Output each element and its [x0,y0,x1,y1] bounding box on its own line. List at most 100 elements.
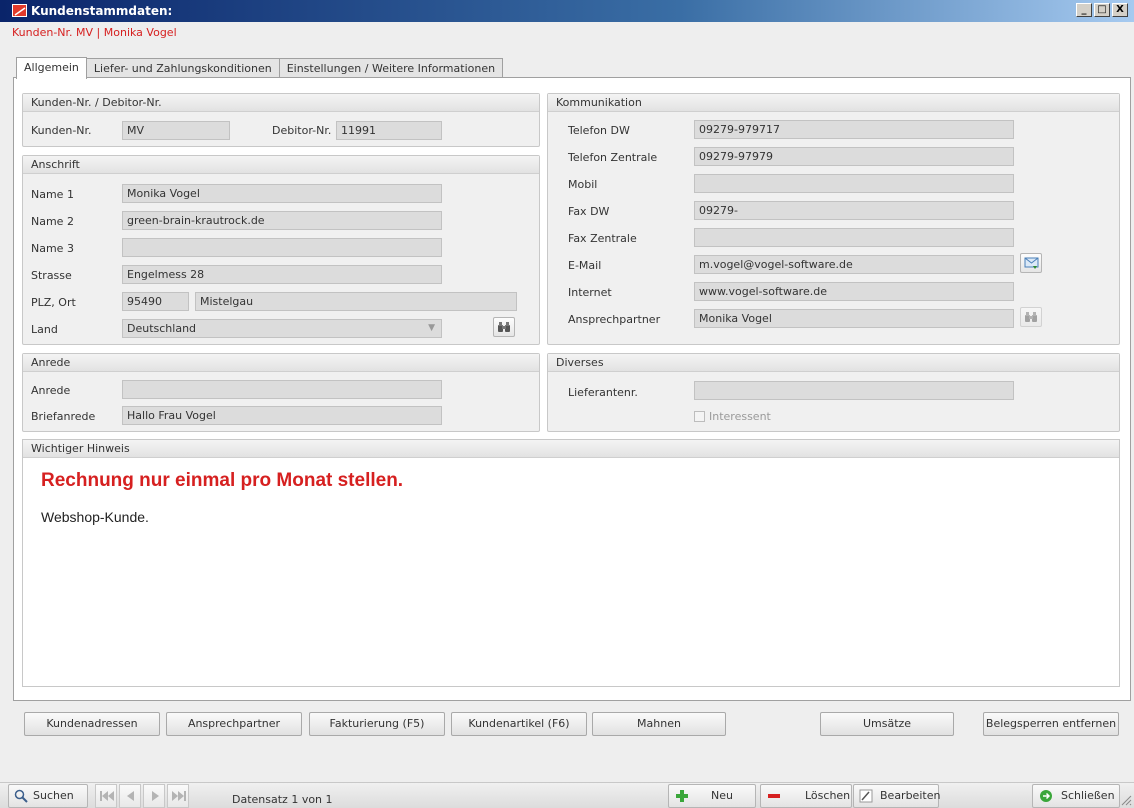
mobil-field[interactable] [694,174,1014,193]
name3-field[interactable] [122,238,442,257]
previous-record-icon [127,791,134,801]
minimize-button[interactable]: _ [1076,3,1092,17]
record-subtitle: Kunden-Nr. MV | Monika Vogel [12,26,177,39]
belegsperren-button[interactable]: Belegsperren entfernen [983,712,1119,736]
email-field[interactable]: m.vogel@vogel-software.de [694,255,1014,274]
telefon-zentrale-label: Telefon Zentrale [568,151,658,164]
minus-icon [768,794,780,798]
internet-label: Internet [568,286,612,299]
group-diverses: Diverses Lieferantenr. Interessent [547,353,1120,432]
hinweis-line-1: Rechnung nur einmal pro Monat stellen. [41,470,404,491]
lieferantennr-label: Lieferantenr. [568,386,638,399]
tab-einstellungen[interactable]: Einstellungen / Weitere Informationen [278,58,504,78]
telefon-dw-field[interactable]: 09279-979717 [694,120,1014,139]
plzort-label: PLZ, Ort [31,296,76,309]
telefon-dw-label: Telefon DW [568,124,630,137]
name1-label: Name 1 [31,188,74,201]
fax-dw-field[interactable]: 09279- [694,201,1014,220]
hinweis-panel[interactable]: Wichtiger Hinweis Rechnung nur einmal pr… [22,439,1120,687]
group-diverses-title: Diverses [548,354,1119,372]
briefanrede-field[interactable]: Hallo Frau Vogel [122,406,442,425]
strasse-field[interactable]: Engelmess 28 [122,265,442,284]
name2-field[interactable]: green-brain-krautrock.de [122,211,442,230]
name3-label: Name 3 [31,242,74,255]
group-kundennr: Kunden-Nr. / Debitor-Nr. Kunden-Nr. MV D… [22,93,540,147]
debitornr-label: Debitor-Nr. [272,124,332,137]
schliessen-button[interactable]: Schließen [1032,784,1120,808]
ansprechpartner-label: Ansprechpartner [568,313,661,326]
kundenadressen-button[interactable]: Kundenadressen [24,712,160,736]
last-record-button[interactable] [167,784,189,808]
briefanrede-label: Briefanrede [31,410,96,423]
next-record-icon [152,791,159,801]
close-button[interactable]: X [1112,3,1128,17]
window-title: Kundenstammdaten: [31,4,173,18]
group-kommunikation: Kommunikation Telefon DW 09279-979717 Te… [547,93,1120,345]
maximize-button[interactable]: □ [1094,3,1110,17]
interessent-label: Interessent [709,410,771,423]
last-record-icon [172,791,186,801]
group-anschrift-title: Anschrift [23,156,539,174]
status-bar: Suchen Datensatz 1 von 1 Neu Löschen Bea… [0,782,1134,808]
internet-field[interactable]: www.vogel-software.de [694,282,1014,301]
anrede-field[interactable] [122,380,442,399]
plus-icon [676,790,688,802]
neu-button[interactable]: Neu [668,784,756,808]
email-send-icon [1024,257,1039,269]
tab-bar: Allgemein Liefer- und Zahlungskonditione… [16,57,504,79]
lieferantennr-field[interactable] [694,381,1014,400]
bearbeiten-button[interactable]: Bearbeiten [853,784,941,808]
ort-field[interactable]: Mistelgau [195,292,517,311]
land-dropdown[interactable]: Deutschland ▼ [122,319,442,338]
search-button-label: Suchen [33,789,74,802]
next-record-button[interactable] [143,784,165,808]
land-lookup-button[interactable] [493,317,515,337]
chevron-down-icon[interactable]: ▼ [428,320,435,337]
name1-field[interactable]: Monika Vogel [122,184,442,203]
fax-zentrale-field[interactable] [694,228,1014,247]
tab-allgemein[interactable]: Allgemein [16,57,87,79]
loeschen-button-label: Löschen [805,789,851,802]
search-icon [14,789,28,803]
fakturierung-button[interactable]: Fakturierung (F5) [309,712,445,736]
group-anrede-title: Anrede [23,354,539,372]
first-record-icon [100,791,114,801]
binoculars-icon [1025,312,1037,322]
schliessen-button-label: Schließen [1061,789,1115,802]
hinweis-title: Wichtiger Hinweis [23,440,1119,458]
land-label: Land [31,323,58,336]
telefon-zentrale-field[interactable]: 09279-97979 [694,147,1014,166]
debitornr-field[interactable]: 11991 [336,121,442,140]
previous-record-button[interactable] [119,784,141,808]
send-email-button[interactable] [1020,253,1042,273]
name2-label: Name 2 [31,215,74,228]
tab-panel-allgemein: Kunden-Nr. / Debitor-Nr. Kunden-Nr. MV D… [13,77,1131,701]
hinweis-line-2: Webshop-Kunde. [41,509,149,525]
kundenartikel-button[interactable]: Kundenartikel (F6) [451,712,587,736]
loeschen-button[interactable]: Löschen [760,784,852,808]
resize-grip-icon[interactable] [1120,794,1132,806]
anrede-label: Anrede [31,384,71,397]
kundennr-field[interactable]: MV [122,121,230,140]
pencil-icon [859,789,873,803]
group-anschrift: Anschrift Name 1 Monika Vogel Name 2 gre… [22,155,540,345]
group-kommunikation-title: Kommunikation [548,94,1119,112]
neu-button-label: Neu [711,789,733,802]
record-counter: Datensatz 1 von 1 [232,793,333,806]
ansprechpartner-lookup-button[interactable] [1020,307,1042,327]
bearbeiten-button-label: Bearbeiten [880,789,941,802]
ansprechpartner-field[interactable]: Monika Vogel [694,309,1014,328]
window-titlebar[interactable]: Kundenstammdaten: _ □ X [0,0,1134,22]
land-value: Deutschland [127,322,197,335]
tab-liefer-zahlung[interactable]: Liefer- und Zahlungskonditionen [85,58,280,78]
first-record-button[interactable] [95,784,117,808]
umsaetze-button[interactable]: Umsätze [820,712,954,736]
group-anrede: Anrede Anrede Briefanrede Hallo Frau Vog… [22,353,540,432]
search-button[interactable]: Suchen [8,784,88,808]
mobil-label: Mobil [568,178,598,191]
mahnen-button[interactable]: Mahnen [592,712,726,736]
ansprechpartner-button[interactable]: Ansprechpartner [166,712,302,736]
email-label: E-Mail [568,259,602,272]
plz-field[interactable]: 95490 [122,292,189,311]
interessent-checkbox[interactable] [694,411,705,422]
